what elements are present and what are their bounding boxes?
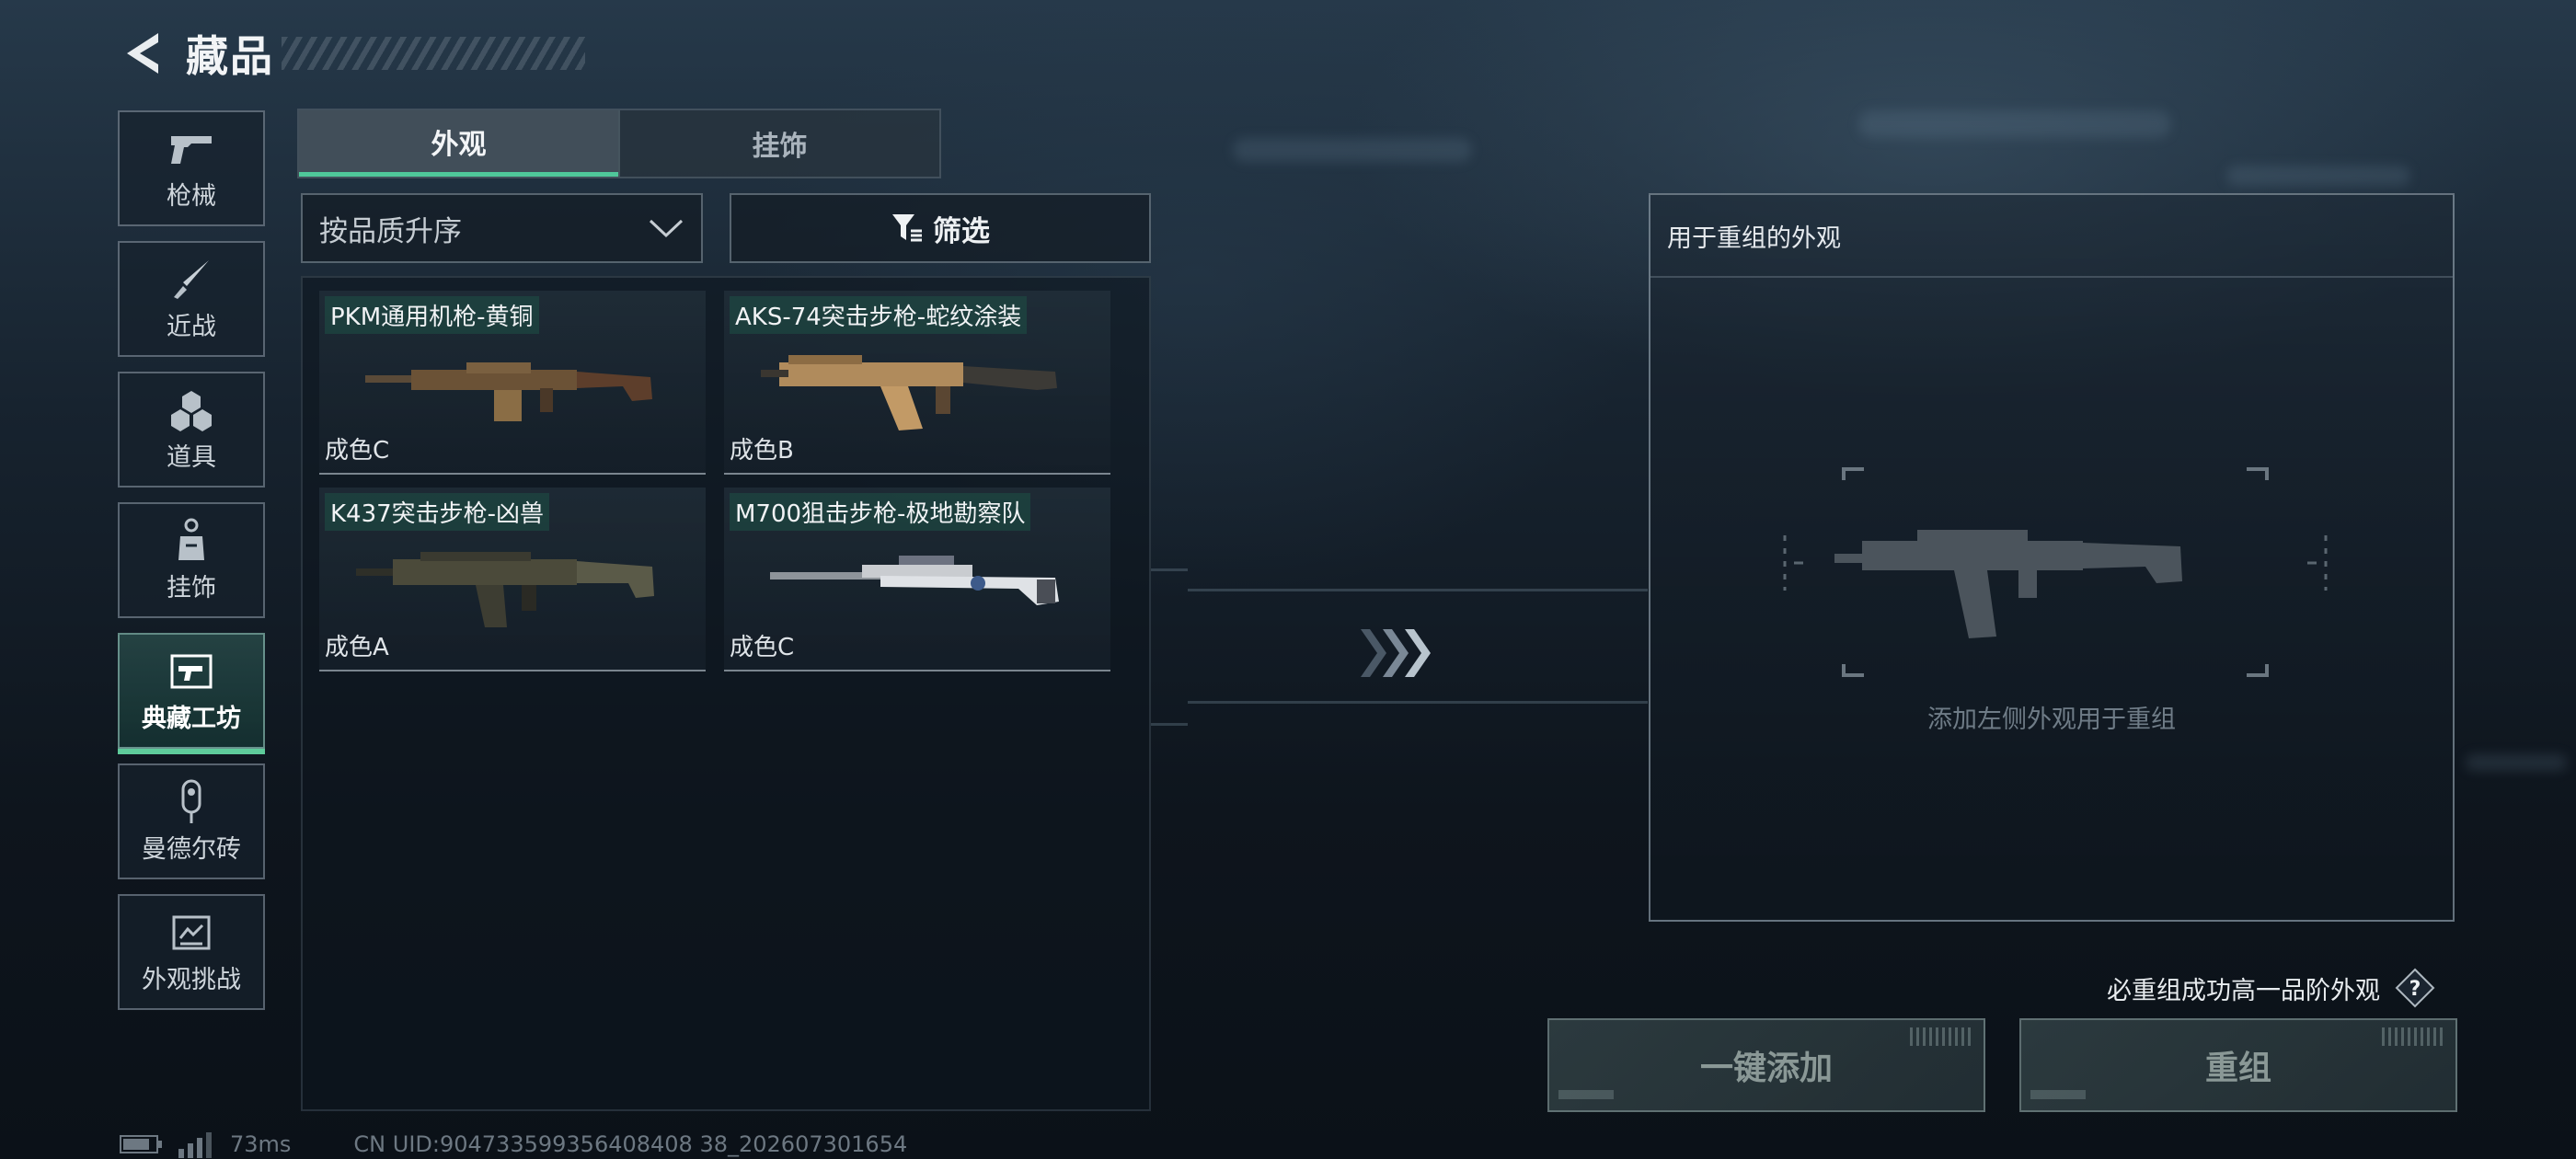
sidebar-item-gear[interactable]: 道具	[118, 372, 265, 488]
back-button[interactable]	[120, 28, 166, 79]
skin-name: PKM通用机枪-黄铜	[325, 296, 539, 334]
sniper-rifle-image	[770, 556, 1059, 605]
recombine-panel: 用于重组的外观 添加左侧外观用于重组	[1649, 193, 2455, 922]
ping-value: 73ms	[230, 1131, 292, 1157]
recombine-button[interactable]: 重组	[2019, 1018, 2457, 1112]
sidebar-item-label: 道具	[167, 442, 216, 472]
sidebar-item-melee[interactable]: 近战	[118, 241, 265, 357]
sidebar-item-label: 枪械	[167, 181, 216, 211]
skin-card[interactable]: K437突击步枪-凶兽 成色A	[319, 488, 706, 671]
empty-slot-frame[interactable]	[1779, 462, 2331, 683]
header: 藏品	[120, 26, 585, 81]
recombine-panel-title: 用于重组的外观	[1650, 195, 2453, 278]
status-bar: 73ms CN UID:904733599356408408 38_202607…	[120, 1130, 907, 1159]
sidebar-item-label: 外观挑战	[142, 965, 241, 994]
title-decoration	[282, 37, 585, 70]
sidebar-item-charms[interactable]: 挂饰	[118, 502, 265, 618]
connector-line	[1151, 568, 1188, 571]
grenade-icon	[166, 387, 217, 433]
tab-charms[interactable]: 挂饰	[618, 110, 939, 177]
challenge-icon	[166, 910, 217, 956]
skin-grade: 成色A	[325, 634, 389, 661]
skin-grid: PKM通用机枪-黄铜 成色C AKS-74突击步枪-蛇纹涂装 成色B K437突…	[319, 291, 1110, 671]
connector-line	[1188, 589, 1648, 591]
battery-icon	[120, 1135, 162, 1153]
svg-text:?: ?	[2409, 978, 2421, 1001]
skin-card[interactable]: PKM通用机枪-黄铜 成色C	[319, 291, 706, 475]
back-arrow-icon	[127, 33, 158, 74]
knife-icon	[166, 257, 217, 303]
assault-rifle-image	[761, 355, 1057, 430]
sidebar-item-workshop[interactable]: 典藏工坊	[118, 633, 265, 754]
machine-gun-image	[365, 362, 652, 421]
connector-line	[1188, 701, 1648, 704]
add-all-label: 一键添加	[1699, 1050, 1833, 1087]
connector-line	[1151, 723, 1188, 726]
recombine-label: 重组	[2204, 1050, 2271, 1087]
sort-value: 按品质升序	[319, 214, 462, 248]
add-all-button[interactable]: 一键添加	[1547, 1018, 1985, 1112]
rifle-silhouette-icon	[1834, 530, 2182, 638]
charm-icon	[166, 518, 217, 564]
button-decoration	[2382, 1027, 2446, 1046]
filter-label: 筛选	[933, 214, 990, 248]
category-tabs: 外观 挂饰	[297, 109, 941, 178]
skin-card[interactable]: AKS-74突击步枪-蛇纹涂装 成色B	[724, 291, 1110, 475]
skin-grade: 成色C	[325, 437, 390, 465]
skin-name: AKS-74突击步枪-蛇纹涂装	[730, 296, 1028, 334]
sidebar-item-guns[interactable]: 枪械	[118, 110, 265, 226]
brick-icon	[166, 779, 217, 825]
sidebar-item-label: 典藏工坊	[142, 704, 241, 733]
button-decoration	[1910, 1027, 1974, 1046]
help-icon[interactable]: ?	[2395, 968, 2435, 1008]
skin-list-panel: PKM通用机枪-黄铜 成色C AKS-74突击步枪-蛇纹涂装 成色B K437突…	[301, 276, 1151, 1111]
workshop-icon	[166, 648, 217, 694]
user-uid: CN UID:904733599356408408 38_20260730165…	[353, 1131, 908, 1157]
assault-rifle-image	[356, 552, 654, 627]
filter-button[interactable]: 筛选	[730, 193, 1151, 263]
button-decoration	[1558, 1090, 1614, 1099]
signal-icon	[178, 1132, 212, 1158]
chevrons-right-icon	[1361, 629, 1431, 677]
sidebar-item-label: 近战	[167, 312, 216, 341]
skin-grade: 成色C	[730, 634, 795, 661]
pistol-icon	[166, 126, 217, 172]
chevron-down-icon	[649, 219, 684, 238]
skin-name: K437突击步枪-凶兽	[325, 493, 550, 531]
filter-icon	[892, 214, 922, 242]
guarantee-text: 必重组成功高一品阶外观	[2107, 976, 2380, 1005]
page-title: 藏品	[186, 31, 274, 81]
skin-card[interactable]: M700狙击步枪-极地勘察队 成色C	[724, 488, 1110, 671]
skin-name: M700狙击步枪-极地勘察队	[730, 493, 1031, 531]
skin-grade: 成色B	[730, 437, 794, 465]
sidebar-item-skin-challenge[interactable]: 外观挑战	[118, 894, 265, 1010]
tab-skins[interactable]: 外观	[299, 110, 618, 177]
sort-dropdown[interactable]: 按品质升序	[301, 193, 703, 263]
empty-slot-hint: 添加左侧外观用于重组	[1927, 706, 2176, 734]
button-decoration	[2030, 1090, 2086, 1099]
sidebar: 枪械 近战 道具 挂饰 典藏工坊 曼德尔砖 外观挑战	[118, 110, 267, 1025]
guarantee-note: 必重组成功高一品阶外观 ?	[2107, 968, 2435, 1008]
sidebar-item-label: 曼德尔砖	[142, 834, 241, 864]
sidebar-item-label: 挂饰	[167, 573, 216, 602]
sidebar-item-mandel-brick[interactable]: 曼德尔砖	[118, 763, 265, 879]
